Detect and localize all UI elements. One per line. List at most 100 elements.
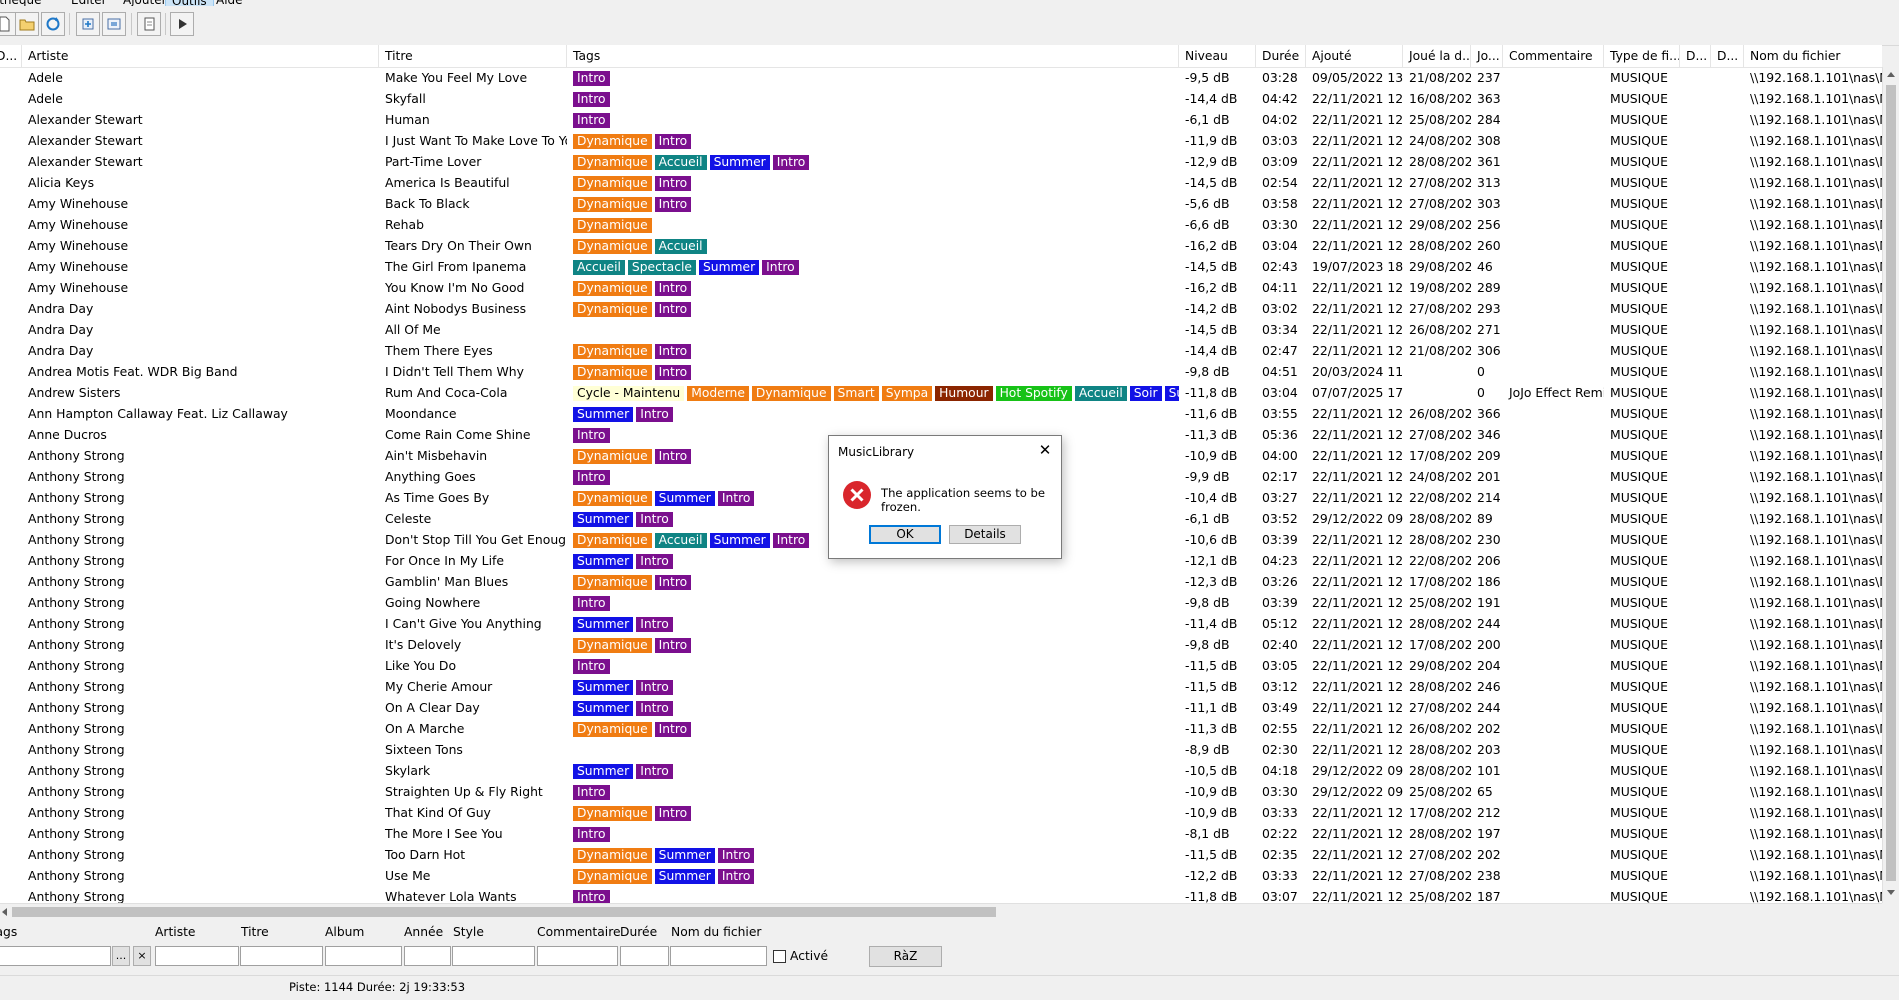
album-filter-input[interactable] bbox=[325, 946, 402, 966]
table-row[interactable]: Andra Day Aint Nobodys Business -14,2 dB 03… bbox=[0, 298, 1882, 319]
cell-filetype: MUSIQUE bbox=[1610, 721, 1668, 736]
horizontal-scrollbar[interactable] bbox=[0, 903, 1882, 920]
cell-played: 27/08/202... bbox=[1409, 175, 1471, 190]
table-row[interactable]: Anthony Strong My Cherie Amour -11,5 dB 03:… bbox=[0, 676, 1882, 697]
table-row[interactable]: Anthony Strong Too Darn Hot -11,5 dB 02:35 2… bbox=[0, 844, 1882, 865]
table-row[interactable]: Andrea Motis Feat. WDR Big Band I Didn't … bbox=[0, 361, 1882, 382]
column-header-filetype[interactable]: Type de fi... bbox=[1604, 45, 1680, 67]
table-row[interactable]: Anthony Strong Like You Do -11,5 dB 03:05 22… bbox=[0, 655, 1882, 676]
vertical-scrollbar[interactable] bbox=[1882, 67, 1899, 903]
cell-comment bbox=[1503, 487, 1604, 508]
horizontal-scroll-thumb[interactable] bbox=[12, 907, 996, 917]
cell-tags: Dynamique Accueil Summer Intro bbox=[567, 151, 1179, 172]
table-row[interactable]: Andra Day Them There Eyes -14,4 dB 02:47 22/… bbox=[0, 340, 1882, 361]
menu-item[interactable]: Outils bbox=[165, 0, 214, 6]
cell-artist: Anthony Strong bbox=[28, 490, 125, 505]
table-row[interactable]: Anthony Strong Going Nowhere -9,8 dB 03:39 2… bbox=[0, 592, 1882, 613]
table-row[interactable]: Anthony Strong Sixteen Tons -8,9 dB 02:30 22… bbox=[0, 739, 1882, 760]
cell-comment bbox=[1503, 298, 1604, 319]
table-row[interactable]: Anthony Strong It's Delovely -9,8 dB 02:40 2… bbox=[0, 634, 1882, 655]
vertical-scroll-thumb[interactable] bbox=[1886, 85, 1896, 881]
menu-item[interactable]: Éditer bbox=[65, 0, 113, 6]
cell-duration: 02:40 bbox=[1262, 637, 1298, 652]
column-header-title[interactable]: Titre bbox=[379, 45, 567, 67]
menu-item[interactable]: Aide bbox=[210, 0, 249, 6]
table-row[interactable]: Adele Skyfall -14,4 dB 04:42 22/11/2021 12:1… bbox=[0, 88, 1882, 109]
table-row[interactable]: Amy Winehouse Rehab -6,6 dB 03:30 22/11/2021… bbox=[0, 214, 1882, 235]
cell-added: 22/11/2021 12:1... bbox=[1312, 721, 1403, 736]
column-header-sel[interactable]: D... bbox=[0, 45, 22, 67]
table-row[interactable]: Anthony Strong The More I See You -8,1 dB 0… bbox=[0, 823, 1882, 844]
duration-filter-input[interactable] bbox=[620, 946, 669, 966]
table-row[interactable]: Amy Winehouse You Know I'm No Good -16,2 d… bbox=[0, 277, 1882, 298]
cell-played: 25/08/202... bbox=[1409, 112, 1471, 127]
column-header-artist[interactable]: Artiste bbox=[22, 45, 379, 67]
menu-item[interactable]: Bibliothèque bbox=[0, 0, 48, 6]
table-row[interactable]: Anthony Strong Whatever Lola Wants -11,8 d… bbox=[0, 886, 1882, 903]
add-button[interactable] bbox=[76, 12, 100, 36]
cell-title: Them There Eyes bbox=[385, 343, 493, 358]
table-row[interactable]: Alexander Stewart Human -6,1 dB 04:02 22/11/… bbox=[0, 109, 1882, 130]
ok-button[interactable]: OK bbox=[869, 525, 941, 544]
new-file-button[interactable] bbox=[0, 12, 16, 36]
refresh-button[interactable] bbox=[41, 12, 65, 36]
table-row[interactable]: Anthony Strong Use Me -12,2 dB 03:33 22/11/2… bbox=[0, 865, 1882, 886]
column-header-level[interactable]: Niveau bbox=[1179, 45, 1256, 67]
filename-filter-input[interactable] bbox=[670, 946, 767, 966]
comment-filter-input[interactable] bbox=[537, 946, 618, 966]
cell-filetype: MUSIQUE bbox=[1610, 133, 1668, 148]
play-button[interactable] bbox=[170, 12, 194, 36]
column-header-plays[interactable]: Jo... bbox=[1471, 45, 1503, 67]
edit-button[interactable] bbox=[137, 12, 161, 36]
details-button[interactable]: Details bbox=[949, 525, 1021, 544]
cell-title: Going Nowhere bbox=[385, 595, 481, 610]
cell-artist: Anthony Strong bbox=[28, 616, 125, 631]
table-row[interactable]: Alicia Keys America Is Beautiful -14,5 dB 0… bbox=[0, 172, 1882, 193]
table-row[interactable]: Amy Winehouse The Girl From Ipanema -14,5 … bbox=[0, 256, 1882, 277]
tags-more-button[interactable]: ... bbox=[112, 946, 130, 966]
column-header-d1[interactable]: D... bbox=[1680, 45, 1711, 67]
open-folder-button[interactable] bbox=[15, 12, 39, 36]
year-filter-input[interactable] bbox=[404, 946, 451, 966]
scroll-up-icon[interactable] bbox=[1887, 72, 1895, 77]
active-checkbox[interactable] bbox=[773, 950, 786, 963]
column-header-comment[interactable]: Commentaire bbox=[1503, 45, 1604, 67]
table-row[interactable]: Anthony Strong That Kind Of Guy -10,9 dB 03… bbox=[0, 802, 1882, 823]
column-header-added[interactable]: Ajouté bbox=[1306, 45, 1403, 67]
tag-badge: Dynamique bbox=[573, 869, 652, 884]
column-header-tags[interactable]: Tags bbox=[567, 45, 1179, 67]
table-row[interactable]: Anthony Strong On A Marche -11,3 dB 02:55 22… bbox=[0, 718, 1882, 739]
table-row[interactable]: Anthony Strong I Can't Give You Anything -… bbox=[0, 613, 1882, 634]
table-row[interactable]: Ann Hampton Callaway Feat. Liz Callaway M… bbox=[0, 403, 1882, 424]
table-row[interactable]: Andra Day All Of Me -14,5 dB 03:34 22/11/202… bbox=[0, 319, 1882, 340]
import-button[interactable] bbox=[102, 12, 126, 36]
table-row[interactable]: Alexander Stewart I Just Want To Make Lov… bbox=[0, 130, 1882, 151]
column-header-filename[interactable]: Nom du fichier bbox=[1744, 45, 1882, 67]
cell-played: 21/08/202... bbox=[1409, 70, 1471, 85]
scroll-down-icon[interactable] bbox=[1887, 890, 1895, 895]
cell-title: It's Delovely bbox=[385, 637, 462, 652]
scroll-left-icon[interactable] bbox=[2, 908, 7, 916]
column-header-played[interactable]: Joué la d... bbox=[1403, 45, 1471, 67]
tags-filter-input[interactable] bbox=[0, 946, 111, 966]
table-row[interactable]: Anthony Strong On A Clear Day -11,1 dB 03:4… bbox=[0, 697, 1882, 718]
table-row[interactable]: Anthony Strong Straighten Up & Fly Right -… bbox=[0, 781, 1882, 802]
table-row[interactable]: Adele Make You Feel My Love -9,5 dB 03:28 09… bbox=[0, 67, 1882, 88]
table-row[interactable]: Andrew Sisters Rum And Coca-Cola -11,8 dB 0… bbox=[0, 382, 1882, 403]
table-row[interactable]: Alexander Stewart Part-Time Lover -12,9 dB… bbox=[0, 151, 1882, 172]
table-row[interactable]: Anthony Strong Gamblin' Man Blues -12,3 dB… bbox=[0, 571, 1882, 592]
style-filter-input[interactable] bbox=[452, 946, 535, 966]
table-row[interactable]: Amy Winehouse Back To Black -5,6 dB 03:58 22… bbox=[0, 193, 1882, 214]
reset-button[interactable]: RàZ bbox=[869, 946, 942, 967]
close-icon[interactable]: ✕ bbox=[1037, 442, 1053, 458]
cell-level: -16,2 dB bbox=[1185, 280, 1238, 295]
column-header-duration[interactable]: Durée bbox=[1256, 45, 1306, 67]
table-row[interactable]: Amy Winehouse Tears Dry On Their Own -16,2… bbox=[0, 235, 1882, 256]
title-filter-input[interactable] bbox=[240, 946, 323, 966]
cell-filename: \\192.168.1.101\nas\MATI bbox=[1750, 133, 1882, 148]
tags-clear-button[interactable]: × bbox=[133, 946, 151, 966]
table-row[interactable]: Anthony Strong Skylark -10,5 dB 04:18 29/12/… bbox=[0, 760, 1882, 781]
artist-filter-input[interactable] bbox=[155, 946, 239, 966]
column-header-d2[interactable]: D... bbox=[1711, 45, 1744, 67]
cell-duration: 03:52 bbox=[1262, 511, 1298, 526]
